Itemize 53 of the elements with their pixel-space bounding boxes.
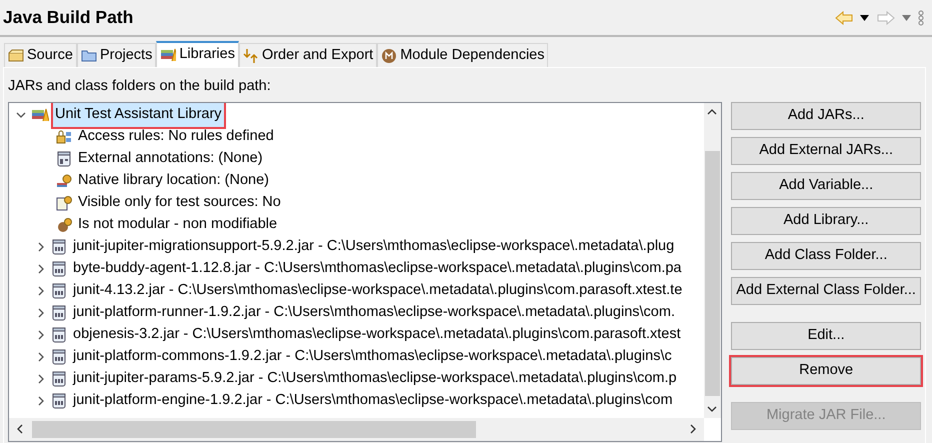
- dropdown-caret-icon[interactable]: [860, 14, 870, 20]
- tree-item[interactable]: Visible only for test sources: No: [76, 190, 283, 215]
- action-button[interactable]: Remove: [731, 356, 921, 385]
- horizontal-scrollbar[interactable]: [9, 418, 704, 441]
- page-title: Java Build Path: [3, 6, 134, 30]
- books-icon: [31, 106, 49, 123]
- jar-icon: [51, 392, 67, 409]
- action-button[interactable]: Edit...: [731, 322, 921, 350]
- scroll-up-icon[interactable]: [707, 108, 718, 115]
- tree-item[interactable]: junit-platform-commons-1.9.2.jar - C:\Users\mthomas\eclipse-workspace\.metadata\.plugins\c: [71, 344, 674, 369]
- action-button[interactable]: Add Class Folder...: [731, 242, 921, 270]
- scroll-left-icon[interactable]: [16, 424, 23, 434]
- tab[interactable]: Source: [4, 43, 77, 67]
- jar-icon: [51, 282, 67, 299]
- tab[interactable]: Projects: [76, 43, 156, 67]
- scroll-right-icon[interactable]: [690, 424, 698, 434]
- jar-icon: [56, 150, 72, 167]
- action-button[interactable]: Add JARs...: [731, 102, 921, 130]
- up-down-arrows-icon: [242, 48, 259, 64]
- jar-icon: [51, 238, 67, 255]
- tree-item[interactable]: objenesis-3.2.jar - C:\Users\mthomas\eclipse-workspace\.metadata\.plugins\com.parasoft.xtest: [71, 322, 683, 347]
- tab[interactable]: Libraries: [156, 41, 239, 67]
- tree-item[interactable]: External annotations: (None): [76, 146, 265, 171]
- tab[interactable]: Module Dependencies: [377, 43, 548, 67]
- action-button[interactable]: Add External JARs...: [731, 136, 921, 165]
- module-badge-icon: [381, 48, 398, 64]
- tree-item[interactable]: junit-platform-runner-1.9.2.jar - C:\Users\mthomas\eclipse-workspace\.metadata\.plugins\com.: [71, 300, 677, 325]
- scroll-down-icon[interactable]: [707, 406, 718, 413]
- lock-icon: [56, 128, 72, 145]
- tab[interactable]: Order and Export: [238, 43, 378, 67]
- more-options-icon[interactable]: [918, 10, 924, 26]
- tree-item[interactable]: Unit Test Assistant Library: [53, 102, 224, 127]
- tree-item[interactable]: junit-jupiter-migrationsupport-5.9.2.jar - C:\Users\mthomas\eclipse-workspace\.metadata\.plug: [71, 234, 676, 259]
- tree-item[interactable]: byte-buddy-agent-1.12.8.jar - C:\Users\mthomas\eclipse-workspace\.metadata\.plugins\com.pa: [71, 256, 684, 281]
- jar-icon: [51, 348, 67, 365]
- tree-item[interactable]: junit-platform-engine-1.9.2.jar - C:\Users\mthomas\eclipse-workspace\.metadata\.plugins\com: [71, 388, 675, 413]
- jar-icon: [51, 370, 67, 387]
- tree-item[interactable]: Is not modular - non modifiable: [76, 212, 280, 237]
- action-button[interactable]: Add External Class Folder...: [731, 276, 921, 305]
- tree-item[interactable]: junit-jupiter-params-5.9.2.jar - C:\Users\mthomas\eclipse-workspace\.metadata\.plugins\com.p: [71, 366, 679, 391]
- action-button[interactable]: Add Variable...: [731, 172, 921, 200]
- tree-item[interactable]: Access rules: No rules defined: [76, 124, 276, 149]
- action-button[interactable]: Add Library...: [731, 206, 921, 235]
- vertical-scrollbar[interactable]: [704, 102, 722, 418]
- jar-icon: [51, 304, 67, 321]
- tree-item[interactable]: Native library location: (None): [76, 168, 271, 193]
- panel-caption: JARs and class folders on the build path:: [8, 77, 272, 96]
- books-icon: [160, 47, 176, 63]
- jar-icon: [51, 326, 67, 343]
- tree-item[interactable]: junit-4.13.2.jar - C:\Users\mthomas\eclipse-workspace\.metadata\.plugins\com.parasoft.xtest.te: [71, 278, 684, 303]
- box-icon: [8, 48, 24, 64]
- folder-icon: [80, 48, 97, 64]
- jar-icon: [51, 260, 67, 277]
